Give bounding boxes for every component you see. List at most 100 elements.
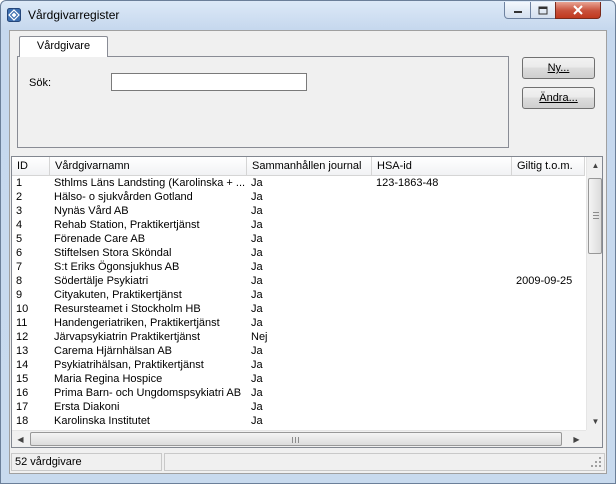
- table-row[interactable]: 17 Ersta Diakoni Ja: [12, 400, 585, 414]
- cell-id: 11: [16, 317, 28, 329]
- cell-valid-until: [512, 330, 585, 344]
- table-row[interactable]: 13 Carema Hjärnhälsan AB Ja: [12, 344, 585, 358]
- cell-id: 15: [16, 373, 29, 385]
- cell-name: Maria Regina Hospice: [54, 373, 163, 385]
- table-row[interactable]: 18 Karolinska Institutet Ja: [12, 414, 585, 428]
- table-row[interactable]: 11 Handengeriatriken, Praktikertjänst Ja: [12, 316, 585, 330]
- cell-valid-until: [512, 372, 585, 386]
- edit-button[interactable]: Ändra...: [522, 87, 595, 109]
- table-row[interactable]: 6 Stiftelsen Stora Sköndal Ja: [12, 246, 585, 260]
- table-row[interactable]: 16 Prima Barn- och Ungdomspsykiatri AB Ja: [12, 386, 585, 400]
- table-row[interactable]: 5 Förenade Care AB Ja: [12, 232, 585, 246]
- cell-id: 9: [16, 289, 23, 301]
- search-label: Sök:: [29, 77, 52, 89]
- cell-id: 6: [16, 247, 23, 259]
- table-row[interactable]: 14 Psykiatrihälsan, Praktikertjänst Ja: [12, 358, 585, 372]
- column-header-hsa-id[interactable]: HSA-id: [372, 157, 512, 175]
- cell-name: Karolinska Institutet: [54, 415, 150, 427]
- table-body: 1 Sthlms Läns Landsting (Karolinska + ...…: [12, 176, 585, 428]
- cell-hsa-id: [372, 204, 512, 218]
- cell-name: Järvapsykiatrin Praktikertjänst: [54, 331, 201, 343]
- scrollbar-corner: [586, 430, 602, 447]
- scroll-right-icon[interactable]: ▶: [568, 431, 585, 447]
- minimize-button[interactable]: [504, 2, 531, 19]
- status-bar: 52 vårdgivare: [11, 451, 605, 473]
- scroll-down-icon[interactable]: ▼: [587, 413, 602, 430]
- diamond-app-icon: [7, 8, 21, 22]
- table-row[interactable]: 8 Södertälje Psykiatri Ja 2009-09-25: [12, 274, 585, 288]
- cell-hsa-id: [372, 414, 512, 428]
- search-input[interactable]: [111, 73, 307, 91]
- cell-valid-until: [512, 344, 585, 358]
- cell-id: 17: [16, 401, 29, 413]
- table-row[interactable]: 1 Sthlms Läns Landsting (Karolinska + ...…: [12, 176, 585, 190]
- horizontal-scroll-thumb[interactable]: [30, 432, 562, 446]
- cell-valid-until: [512, 288, 585, 302]
- cell-hsa-id: 123-1863-48: [376, 177, 439, 189]
- scroll-left-icon[interactable]: ◀: [12, 431, 29, 447]
- title-bar[interactable]: Vårdgivarregister: [1, 1, 615, 29]
- cell-name: Resursteamet i Stockholm HB: [54, 303, 201, 315]
- provider-table[interactable]: ID Vårdgivarnamn Sammanhållen journal HS…: [11, 156, 603, 448]
- table-row[interactable]: 12 Järvapsykiatrin Praktikertjänst Nej: [12, 330, 585, 344]
- cell-hsa-id: [372, 218, 512, 232]
- cell-journal: Ja: [251, 317, 263, 329]
- cell-valid-until: [512, 400, 585, 414]
- cell-hsa-id: [372, 400, 512, 414]
- cell-journal: Ja: [251, 415, 263, 427]
- cell-hsa-id: [372, 274, 512, 288]
- table-row[interactable]: 4 Rehab Station, Praktikertjänst Ja: [12, 218, 585, 232]
- maximize-button[interactable]: [530, 2, 556, 19]
- cell-valid-until: [512, 260, 585, 274]
- cell-journal: Ja: [251, 247, 263, 259]
- column-header-id[interactable]: ID: [12, 157, 50, 175]
- cell-hsa-id: [372, 232, 512, 246]
- vertical-scroll-thumb[interactable]: [588, 178, 602, 254]
- cell-journal: Ja: [251, 177, 263, 189]
- column-header-journal[interactable]: Sammanhållen journal: [247, 157, 372, 175]
- table-row[interactable]: 9 Cityakuten, Praktikertjänst Ja: [12, 288, 585, 302]
- cell-journal: Ja: [251, 289, 263, 301]
- cell-id: 2: [16, 191, 23, 203]
- table-header: ID Vårdgivarnamn Sammanhållen journal HS…: [12, 157, 585, 176]
- status-pane: [164, 453, 605, 471]
- cell-name: Rehab Station, Praktikertjänst: [54, 219, 200, 231]
- tab-vardgivare[interactable]: Vårdgivare: [19, 36, 108, 57]
- cell-hsa-id: [372, 330, 512, 344]
- table-row[interactable]: 10 Resursteamet i Stockholm HB Ja: [12, 302, 585, 316]
- table-row[interactable]: 15 Maria Regina Hospice Ja: [12, 372, 585, 386]
- table-row[interactable]: 7 S:t Eriks Ögonsjukhus AB Ja: [12, 260, 585, 274]
- cell-journal: Ja: [251, 233, 263, 245]
- cell-id: 1: [16, 177, 23, 189]
- cell-valid-until: [512, 316, 585, 330]
- cell-journal: Ja: [251, 401, 263, 413]
- column-header-valid-until[interactable]: Giltig t.o.m.: [512, 157, 585, 175]
- cell-id: 18: [16, 415, 29, 427]
- cell-id: 5: [16, 233, 23, 245]
- cell-name: Hälso- o sjukvården Gotland: [54, 191, 193, 203]
- horizontal-scrollbar[interactable]: ◀ ▶: [12, 430, 586, 447]
- cell-valid-until: [512, 232, 585, 246]
- cell-hsa-id: [372, 260, 512, 274]
- new-button[interactable]: Ny...: [522, 57, 595, 79]
- cell-id: 10: [16, 303, 29, 315]
- cell-hsa-id: [372, 246, 512, 260]
- table-row[interactable]: 2 Hälso- o sjukvården Gotland Ja: [12, 190, 585, 204]
- cell-name: Nynäs Vård AB: [54, 205, 129, 217]
- close-button[interactable]: [555, 2, 601, 19]
- cell-name: Södertälje Psykiatri: [54, 275, 149, 287]
- cell-name: Stiftelsen Stora Sköndal: [54, 247, 172, 259]
- scroll-up-icon[interactable]: ▲: [587, 157, 602, 174]
- cell-id: 14: [16, 359, 29, 371]
- cell-id: 13: [16, 345, 29, 357]
- column-header-name[interactable]: Vårdgivarnamn: [50, 157, 247, 175]
- cell-journal: Ja: [251, 345, 263, 357]
- table-row[interactable]: 3 Nynäs Vård AB Ja: [12, 204, 585, 218]
- vertical-scrollbar[interactable]: ▲ ▼: [586, 157, 602, 430]
- cell-journal: Ja: [251, 373, 263, 385]
- cell-name: Ersta Diakoni: [54, 401, 120, 413]
- size-grip-icon[interactable]: [590, 456, 602, 468]
- cell-id: 8: [16, 275, 23, 287]
- cell-id: 12: [16, 331, 29, 343]
- cell-hsa-id: [372, 344, 512, 358]
